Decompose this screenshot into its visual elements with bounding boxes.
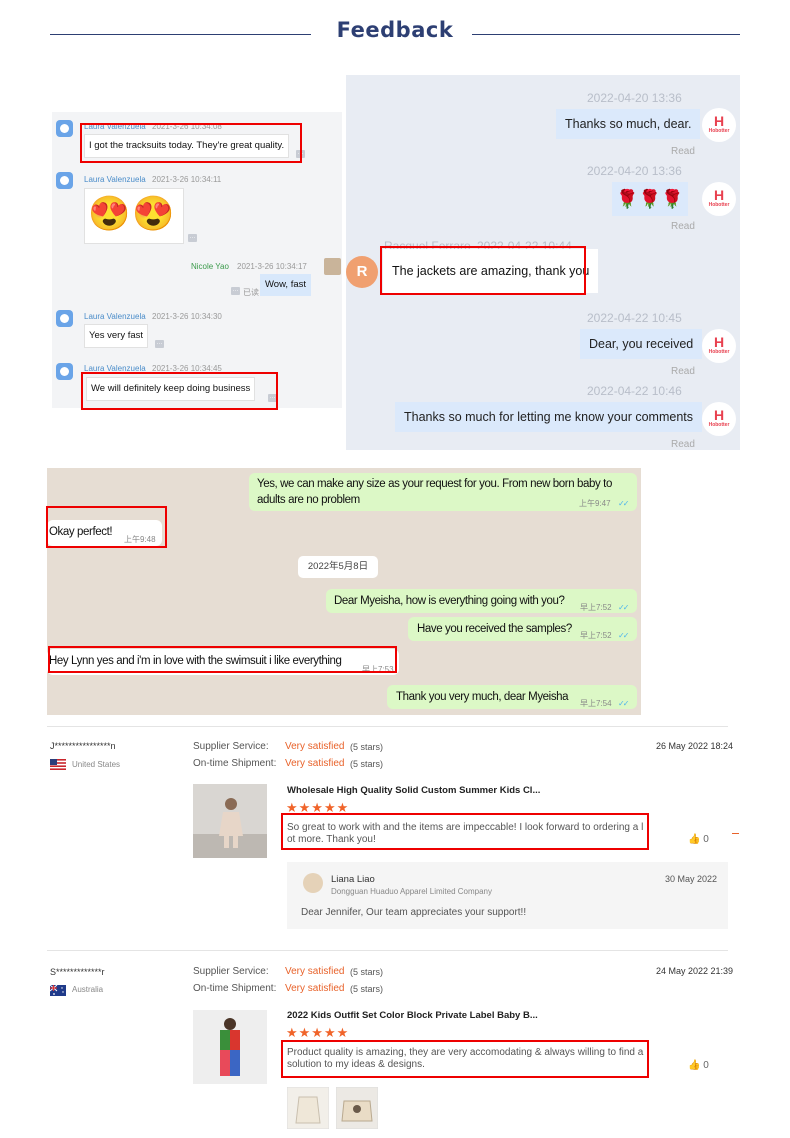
highlight-box (281, 1040, 649, 1078)
message-time: 2022-04-22 10:45 (587, 311, 682, 325)
page-title: Feedback (336, 18, 454, 42)
supplier-reply: Liana Liao Dongguan Huaduo Apparel Limit… (287, 862, 728, 929)
message-time: 2022-04-22 10:46 (587, 384, 682, 398)
product-title[interactable]: Wholesale High Quality Solid Custom Summ… (287, 785, 540, 796)
on-time-shipment-stars: (5 stars) (350, 984, 384, 994)
reviewer-country: United States (72, 760, 121, 769)
message-bubble: Yes very fast (84, 324, 149, 348)
highlight-box (81, 372, 278, 410)
message-bubble: Wow, fast (260, 274, 312, 296)
supplier-service-value: Very satisfied (285, 966, 345, 977)
message-bubble-outgoing: Yes, we can make any size as your reques… (249, 473, 637, 511)
australia-flag-icon (50, 985, 66, 996)
on-time-shipment-value: Very satisfied (285, 983, 345, 994)
review-date: 24 May 2022 21:39 (656, 966, 734, 976)
more-icon: … (188, 234, 197, 242)
message-bubble: Thanks so much, dear. (556, 109, 701, 139)
brand-logo-icon: H Hobotter (702, 402, 736, 436)
message-time: 早上7:52 (580, 603, 612, 612)
brand-logo-icon: H Hobotter (702, 329, 736, 363)
message-time: 2022-04-20 13:36 (587, 164, 682, 178)
supplier-service-value: Very satisfied (285, 741, 345, 752)
avatar (324, 258, 341, 275)
thumbs-up-icon: 👍 (688, 1060, 701, 1071)
message-bubble: Thanks so much for letting me know your … (395, 402, 703, 432)
reply-text: Dear Jennifer, Our team appreciates your… (301, 907, 527, 918)
rating-stars: ★★★★★ (286, 1025, 350, 1040)
like-button[interactable]: 👍 0 (688, 834, 709, 845)
avatar (56, 363, 73, 380)
like-button[interactable]: 👍 0 (688, 1060, 709, 1071)
message-time: 2022-04-20 13:36 (587, 91, 682, 105)
avatar (56, 120, 73, 137)
avatar (56, 172, 73, 189)
message-bubble-outgoing: Thank you very much, dear Myeisha 早上7:54… (387, 685, 637, 709)
highlight-box (281, 813, 649, 850)
sender-name: Laura Valenzuela (84, 175, 146, 184)
heart-eyes-emoji: 😍😍 (88, 195, 177, 233)
rose-emoji-bubble: 🌹🌹🌹 (612, 182, 688, 216)
date-divider: 2022年5月8日 (298, 556, 378, 578)
supplier-service-stars: (5 stars) (350, 967, 384, 977)
reply-name: Liana Liao (331, 874, 375, 885)
more-icon: … (155, 340, 164, 348)
sender-name: Laura Valenzuela (84, 312, 146, 321)
message-time: 早上7:54 (580, 699, 612, 708)
divider (47, 726, 728, 727)
read-status: 已读 (243, 288, 259, 297)
product-thumbnail[interactable] (193, 784, 267, 858)
reviewer-name: J****************n (50, 741, 116, 751)
brand-logo-icon: H Hobotter (702, 108, 736, 142)
reply-company: Dongguan Huaduo Apparel Limited Company (331, 887, 492, 896)
message-time: 2021-3-26 10:34:17 (237, 262, 307, 271)
read-ticks-icon: ✓✓ (618, 603, 629, 612)
thumbs-up-icon: 👍 (688, 834, 701, 845)
read-ticks-icon: ✓✓ (618, 631, 629, 640)
on-time-shipment-stars: (5 stars) (350, 759, 384, 769)
highlight-box (80, 123, 302, 163)
orange-marker (732, 833, 739, 834)
review-photo[interactable] (336, 1087, 378, 1129)
product-thumbnail[interactable] (193, 1010, 267, 1084)
on-time-shipment-label: On-time Shipment: (193, 758, 277, 769)
read-status: Read (671, 366, 695, 377)
read-status: Read (671, 146, 695, 157)
on-time-shipment-value: Very satisfied (285, 758, 345, 769)
reviewer-country: Australia (72, 985, 104, 994)
more-icon: … (231, 287, 240, 295)
avatar (56, 310, 73, 327)
supplier-service-stars: (5 stars) (350, 742, 384, 752)
on-time-shipment-label: On-time Shipment: (193, 983, 277, 994)
supplier-avatar (303, 873, 323, 893)
reviewer-name: S*************r (50, 967, 105, 977)
divider (47, 950, 728, 951)
message-time: 上午9:47 (579, 499, 611, 508)
review-date: 26 May 2022 18:24 (656, 741, 734, 751)
sender-name: Nicole Yao (191, 262, 229, 271)
message-bubble-outgoing: Dear Myeisha, how is everything going wi… (326, 589, 637, 613)
highlight-box (48, 646, 397, 673)
us-flag-icon (50, 759, 66, 770)
highlight-box (46, 506, 167, 548)
read-ticks-icon: ✓✓ (618, 699, 629, 708)
message-time: 2021-3-26 10:34:30 (152, 312, 222, 321)
message-bubble: Dear, you received (580, 329, 703, 359)
product-title[interactable]: 2022 Kids Outfit Set Color Block Private… (287, 1010, 538, 1021)
reply-date: 30 May 2022 (665, 874, 718, 884)
read-status: Read (671, 439, 695, 450)
supplier-service-label: Supplier Service: (193, 966, 269, 977)
supplier-service-label: Supplier Service: (193, 741, 269, 752)
review-photo[interactable] (287, 1087, 329, 1129)
message-bubble-outgoing: Have you received the samples? 早上7:52 ✓✓ (408, 617, 637, 641)
avatar: R (346, 256, 378, 288)
read-ticks-icon: ✓✓ (618, 499, 629, 508)
message-time: 2021-3-26 10:34:11 (152, 175, 222, 184)
highlight-box (380, 246, 586, 295)
brand-logo-icon: H Hobotter (702, 182, 736, 216)
message-time: 早上7:52 (580, 631, 612, 640)
read-status: Read (671, 221, 695, 232)
